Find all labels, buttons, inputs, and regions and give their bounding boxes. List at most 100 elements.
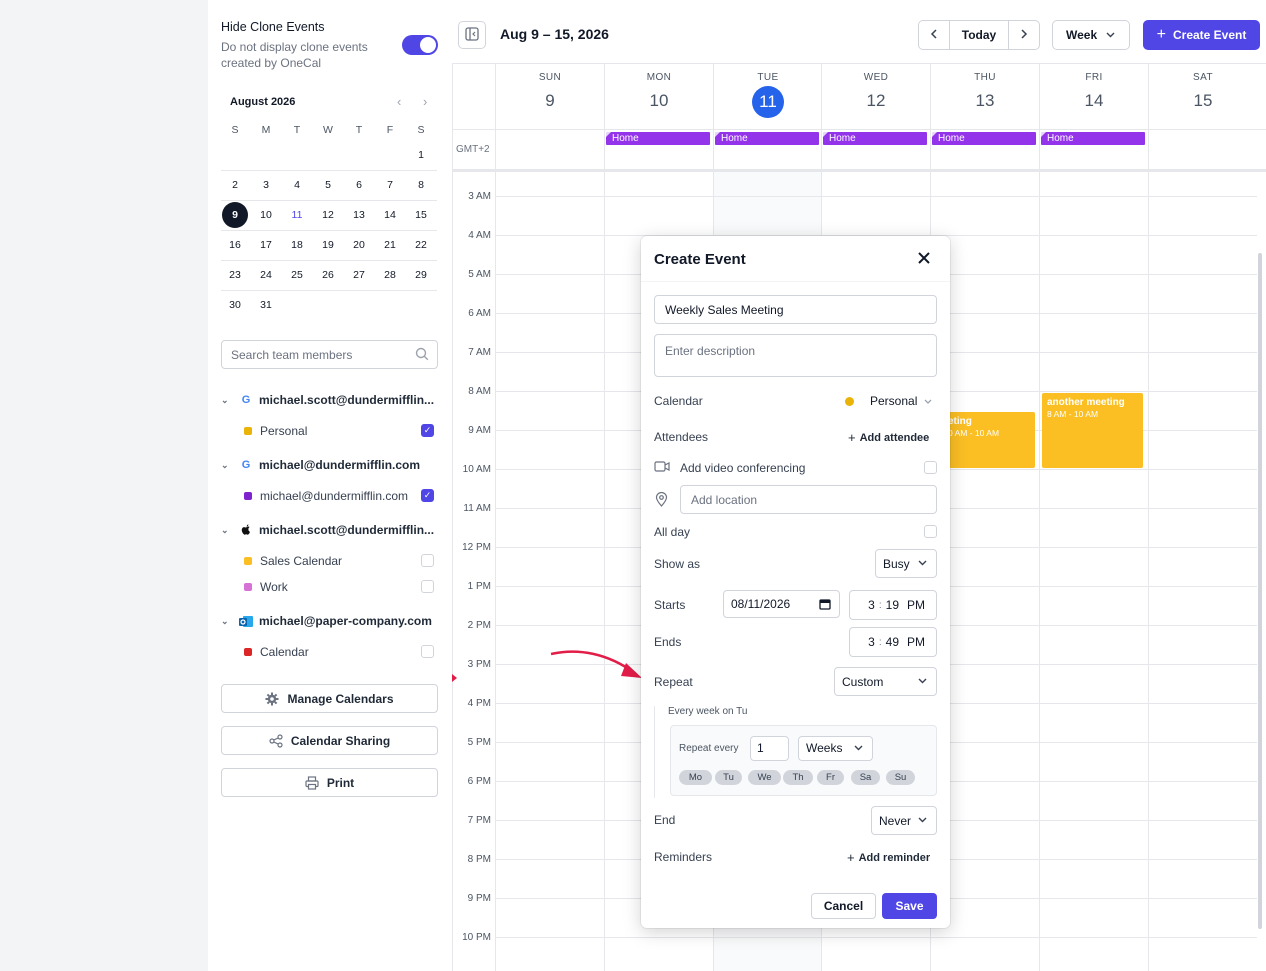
repeat-every-input[interactable]: 1	[750, 736, 789, 761]
mini-cal-prev-icon[interactable]: ‹	[397, 94, 401, 109]
calendar-item[interactable]: Work	[244, 577, 434, 597]
mini-cal-day[interactable]: 17	[253, 232, 279, 258]
mini-cal-day[interactable]: 30	[222, 292, 248, 318]
cancel-button[interactable]: Cancel	[811, 893, 876, 919]
weekday-chip[interactable]: We	[748, 770, 781, 785]
allday-event-chip[interactable]: Home	[1041, 132, 1145, 145]
calendar-item[interactable]: Personal ✓	[244, 421, 434, 441]
mini-cal-day[interactable]: 16	[222, 232, 248, 258]
weekday-chip[interactable]: Th	[783, 770, 813, 785]
mini-cal-day[interactable]: 20	[346, 232, 372, 258]
description-input[interactable]	[654, 334, 937, 377]
mini-cal-day[interactable]: 28	[377, 262, 403, 288]
end-select[interactable]: Never	[871, 806, 937, 835]
mini-cal-day[interactable]: 24	[253, 262, 279, 288]
start-date-input[interactable]: 08/11/2026	[723, 590, 840, 618]
next-week-button[interactable]	[1009, 21, 1039, 49]
mini-cal-day[interactable]: 15	[408, 202, 434, 228]
mini-cal-day[interactable]: 25	[284, 262, 310, 288]
day-header[interactable]: TUE 11	[714, 72, 822, 118]
create-event-button[interactable]: + Create Event	[1143, 20, 1260, 50]
account-row[interactable]: ⌄ michael.scott@dundermifflin...	[221, 520, 434, 540]
account-row[interactable]: ⌄ michael@paper-company.com	[221, 611, 432, 631]
calendar-sharing-button[interactable]: Calendar Sharing	[221, 726, 438, 755]
calendar-checkbox[interactable]	[421, 645, 434, 658]
calendar-checkbox[interactable]	[421, 554, 434, 567]
weekday-chip[interactable]: Sa	[851, 770, 880, 785]
mini-cal-day[interactable]: 7	[377, 172, 403, 198]
today-button[interactable]: Today	[949, 21, 1009, 49]
mini-cal-next-icon[interactable]: ›	[423, 94, 427, 109]
mini-cal-day[interactable]: 13	[346, 202, 372, 228]
manage-calendars-button[interactable]: Manage Calendars	[221, 684, 438, 713]
mini-cal-day[interactable]: 29	[408, 262, 434, 288]
calendar-checkbox[interactable]: ✓	[421, 424, 434, 437]
team-search-input[interactable]	[221, 340, 438, 369]
save-button[interactable]: Save	[882, 893, 937, 919]
mini-cal-day[interactable]: 22	[408, 232, 434, 258]
mini-cal-day[interactable]: 4	[284, 172, 310, 198]
calendar-checkbox[interactable]	[421, 580, 434, 593]
mini-cal-day[interactable]: 27	[346, 262, 372, 288]
mini-cal-day[interactable]: 19	[315, 232, 341, 258]
chevron-down-icon[interactable]: ⌄	[221, 616, 233, 627]
day-header[interactable]: WED 12	[822, 72, 930, 111]
allday-event-chip[interactable]: Home	[932, 132, 1036, 145]
allday-checkbox[interactable]	[924, 525, 937, 538]
repeat-unit-select[interactable]: Weeks	[798, 736, 873, 761]
calendar-item[interactable]: michael@dundermifflin.com ✓	[244, 486, 434, 506]
prev-week-button[interactable]	[919, 21, 949, 49]
account-row[interactable]: ⌄ G michael@dundermifflin.com	[221, 455, 420, 475]
show-as-select[interactable]: Busy	[875, 549, 937, 578]
mini-cal-day[interactable]: 10	[253, 202, 279, 228]
search-icon[interactable]	[415, 347, 429, 364]
mini-cal-day[interactable]: 12	[315, 202, 341, 228]
day-header[interactable]: MON 10	[605, 72, 713, 111]
grid-scrollbar[interactable]	[1258, 253, 1262, 929]
mini-cal-day[interactable]: 14	[377, 202, 403, 228]
hide-clone-toggle[interactable]	[402, 35, 438, 55]
print-button[interactable]: Print	[221, 768, 438, 797]
day-header[interactable]: SUN 9	[496, 72, 604, 111]
event-block[interactable]: eting 0 AM - 10 AM	[946, 412, 1035, 468]
chevron-down-icon[interactable]: ⌄	[221, 525, 233, 536]
collapse-sidebar-button[interactable]	[458, 21, 486, 49]
allday-event-chip[interactable]: Home	[823, 132, 927, 145]
day-header[interactable]: FRI 14	[1040, 72, 1148, 111]
chevron-down-icon[interactable]: ⌄	[221, 460, 233, 471]
day-header[interactable]: THU 13	[931, 72, 1039, 111]
mini-cal-day[interactable]: 2	[222, 172, 248, 198]
calendar-checkbox[interactable]: ✓	[421, 489, 434, 502]
view-select[interactable]: Week	[1052, 20, 1130, 50]
add-reminder-button[interactable]: + Add reminder	[847, 850, 930, 865]
start-time-input[interactable]: 3 : 19 PM	[849, 590, 937, 620]
weekday-chip[interactable]: Tu	[715, 770, 742, 785]
mini-cal-day[interactable]: 23	[222, 262, 248, 288]
mini-cal-day[interactable]: 3	[253, 172, 279, 198]
weekday-chip[interactable]: Mo	[679, 770, 712, 785]
mini-cal-day[interactable]: 9	[222, 202, 248, 228]
end-time-input[interactable]: 3 : 49 PM	[849, 627, 937, 657]
mini-cal-day[interactable]: 6	[346, 172, 372, 198]
close-icon[interactable]	[917, 251, 931, 265]
mini-cal-day[interactable]: 5	[315, 172, 341, 198]
event-block[interactable]: another meeting 8 AM - 10 AM	[1042, 393, 1143, 468]
mini-cal-day[interactable]: 31	[253, 292, 279, 318]
allday-event-chip[interactable]: Home	[606, 132, 710, 145]
mini-cal-day[interactable]: 18	[284, 232, 310, 258]
add-attendee-button[interactable]: + Add attendee	[848, 430, 929, 445]
day-header[interactable]: SAT 15	[1149, 72, 1257, 111]
calendar-select[interactable]: Personal	[845, 394, 932, 408]
repeat-select[interactable]: Custom	[834, 667, 937, 696]
event-title-input[interactable]	[654, 295, 937, 324]
calendar-item[interactable]: Sales Calendar	[244, 551, 434, 571]
calendar-icon[interactable]	[819, 598, 831, 613]
allday-event-chip[interactable]: Home	[715, 132, 819, 145]
mini-cal-day[interactable]: 8	[408, 172, 434, 198]
location-input[interactable]	[680, 485, 937, 514]
weekday-chip[interactable]: Su	[886, 770, 915, 785]
account-row[interactable]: ⌄ G michael.scott@dundermifflin...	[221, 390, 434, 410]
video-conferencing-checkbox[interactable]	[924, 461, 937, 474]
calendar-item[interactable]: Calendar	[244, 642, 434, 662]
mini-cal-day[interactable]: 1	[408, 142, 434, 168]
